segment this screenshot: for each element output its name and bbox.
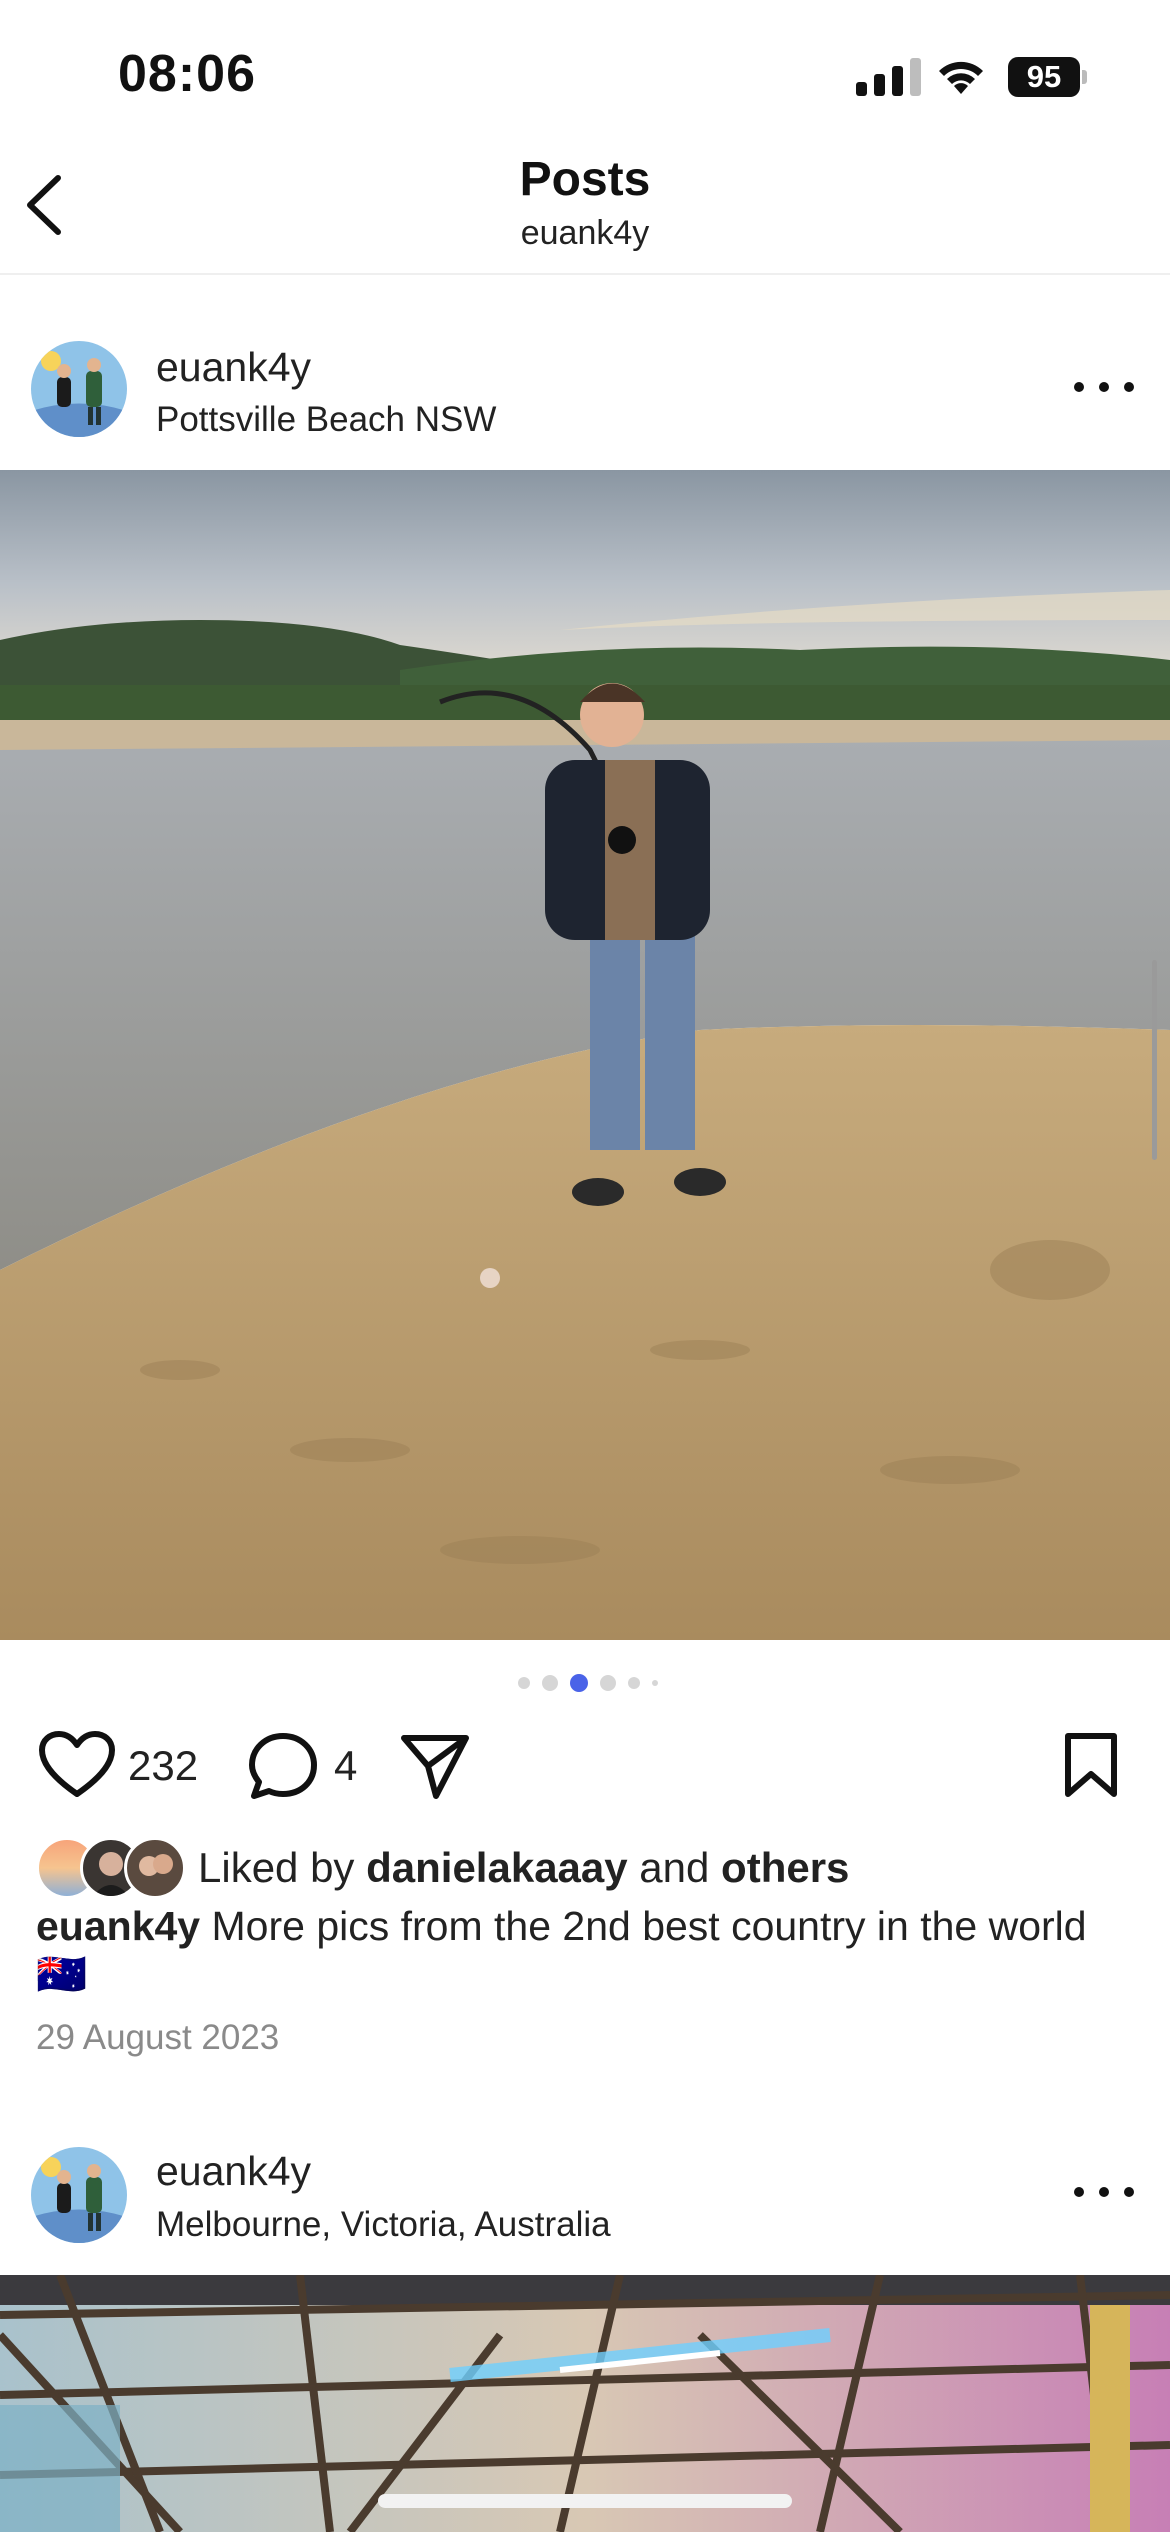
header-divider [0, 273, 1170, 275]
carousel-dot [542, 1675, 558, 1691]
post-photo[interactable] [0, 470, 1170, 1640]
carousel-dot-active [570, 1674, 588, 1692]
comment-icon[interactable] [246, 1730, 320, 1802]
carousel-dot [518, 1677, 530, 1689]
liker-avatar [124, 1837, 186, 1899]
carousel-indicator [518, 1674, 658, 1692]
wifi-icon [939, 61, 983, 94]
home-indicator[interactable] [378, 2494, 792, 2508]
page-subtitle: euank4y [520, 214, 650, 252]
dot-icon [1074, 2187, 1084, 2197]
liked-by-user[interactable]: danielakaaay [366, 1844, 628, 1891]
post-location[interactable]: Melbourne, Victoria, Australia [156, 2205, 611, 2245]
like-icon[interactable] [38, 1730, 116, 1800]
post-date: 29 August 2023 [36, 2018, 280, 2057]
post-username[interactable]: euank4y [156, 2148, 311, 2195]
dot-icon [1124, 2187, 1134, 2197]
battery-level: 95 [1008, 57, 1080, 97]
more-options-button[interactable] [1074, 2172, 1134, 2212]
more-options-button[interactable] [1074, 367, 1134, 407]
scroll-indicator[interactable] [1152, 960, 1157, 1160]
liked-by-row[interactable]: Liked by danielakaaay and others [36, 1837, 849, 1899]
post-caption: euank4y More pics from the 2nd best coun… [36, 1902, 1126, 1998]
signal-icon [856, 58, 921, 96]
post-username[interactable]: euank4y [156, 344, 311, 391]
post-location[interactable]: Pottsville Beach NSW [156, 400, 496, 440]
dot-icon [1099, 2187, 1109, 2197]
like-count[interactable]: 232 [128, 1742, 198, 1790]
carousel-dot [628, 1677, 640, 1689]
bookmark-icon[interactable] [1062, 1732, 1120, 1798]
page-title: Posts [519, 153, 651, 206]
liked-by-text: Liked by danielakaaay and others [198, 1844, 850, 1891]
post-avatar[interactable] [31, 2147, 127, 2243]
dot-icon [1124, 382, 1134, 392]
share-icon[interactable] [398, 1730, 472, 1802]
dot-icon [1074, 382, 1084, 392]
comment-count[interactable]: 4 [334, 1742, 357, 1790]
status-time: 08:06 [118, 45, 256, 103]
battery-icon: 95 [1008, 57, 1087, 97]
liked-by-others[interactable]: others [721, 1844, 849, 1891]
carousel-dot [652, 1680, 658, 1686]
caption-username[interactable]: euank4y [36, 1903, 200, 1949]
carousel-dot [600, 1675, 616, 1691]
post-avatar[interactable] [31, 341, 127, 437]
dot-icon [1099, 382, 1109, 392]
